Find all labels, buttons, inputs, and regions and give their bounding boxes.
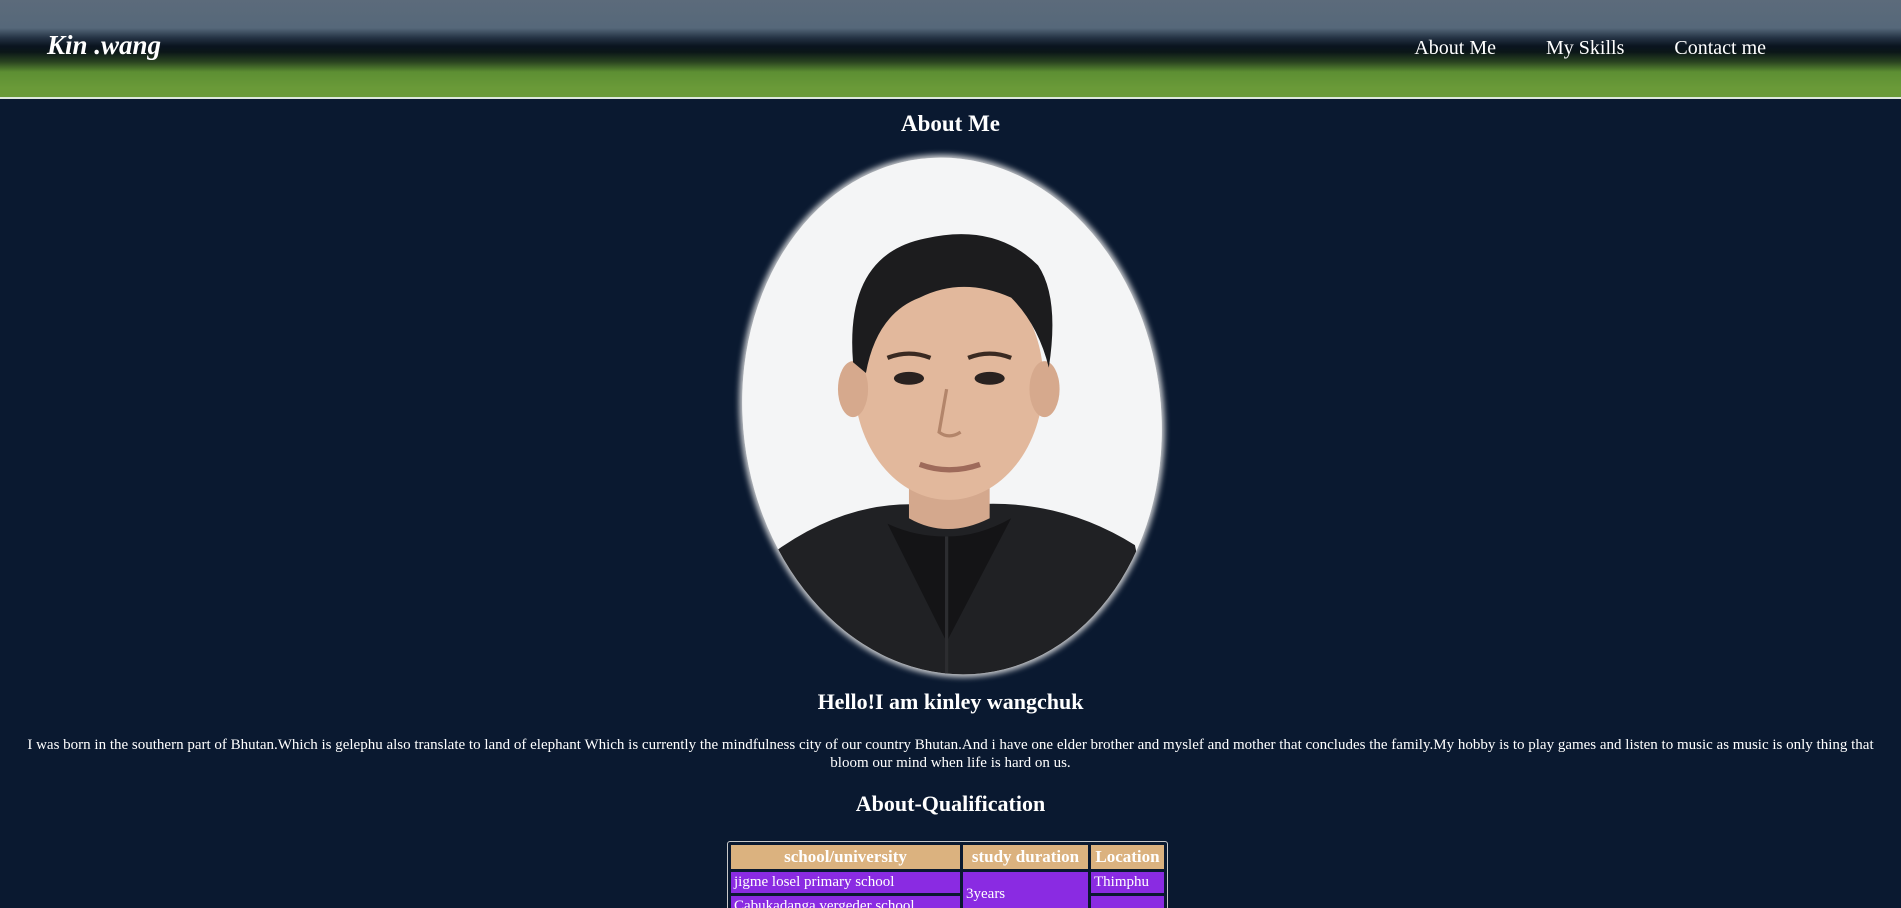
table-row: jigme losel primary school 3years Thimph…: [731, 872, 1164, 908]
nav-link-about-me[interactable]: About Me: [1414, 37, 1496, 60]
qualification-table: school/university study duration Locatio…: [727, 841, 1168, 908]
qualification-heading: About-Qualification: [855, 791, 1046, 816]
profile-photo-image: [726, 136, 1178, 696]
column-header-school: school/university: [731, 845, 960, 869]
nav-link-contact-me[interactable]: Contact me: [1674, 37, 1766, 60]
greeting-heading: Hello!I am kinley wangchuk: [817, 689, 1084, 714]
cell-location: Thimphu: [1091, 872, 1164, 893]
nav-link-my-skills[interactable]: My Skills: [1546, 37, 1624, 60]
profile-photo: [712, 133, 1192, 699]
bio-paragraph: I was born in the southern part of Bhuta…: [27, 737, 1874, 771]
cell-location: [1091, 896, 1164, 908]
column-header-location: Location: [1091, 845, 1164, 869]
nav-links: About Me My Skills Contact me: [1414, 37, 1766, 60]
about-me-heading: About Me: [900, 111, 1001, 136]
cell-duration: 3years: [963, 872, 1088, 908]
brand-logo[interactable]: Kin .wang: [47, 30, 161, 61]
top-navbar: Kin .wang About Me My Skills Contact me: [0, 0, 1901, 99]
table-row: Cabukadanga vergeder school: [731, 896, 1164, 908]
cell-school: jigme losel primary school: [731, 872, 960, 893]
column-header-duration: study duration: [963, 845, 1088, 869]
table-header-row: school/university study duration Locatio…: [731, 845, 1164, 869]
cell-school: Cabukadanga vergeder school: [731, 896, 960, 908]
